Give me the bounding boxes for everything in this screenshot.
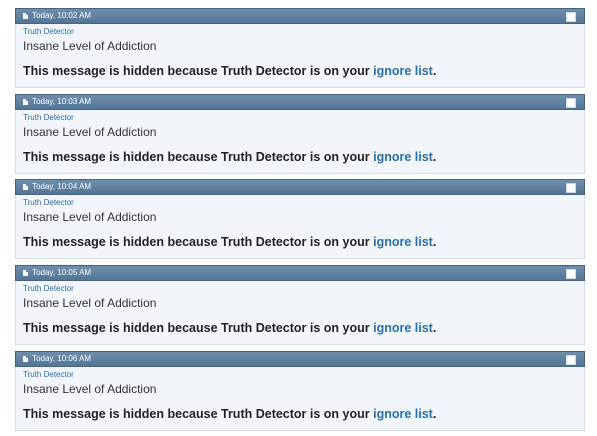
select-post-checkbox[interactable] xyxy=(566,269,576,280)
username-link[interactable]: Truth Detector xyxy=(23,113,74,122)
post: Today, 10:03 AM Truth Detector Insane Le… xyxy=(15,93,585,174)
document-icon xyxy=(23,270,28,277)
username-link[interactable]: Truth Detector xyxy=(23,284,74,293)
user-title: Insane Level of Addiction xyxy=(23,210,157,225)
hidden-message-text: This message is hidden because Truth Det… xyxy=(23,235,374,250)
post-header: Today, 10:04 AM xyxy=(15,179,585,196)
ignore-list-link[interactable]: ignore list xyxy=(373,64,433,78)
post-header: Today, 10:05 AM xyxy=(15,265,585,282)
post-date: Today, 10:03 AM xyxy=(32,96,92,106)
username-link[interactable]: Truth Detector xyxy=(23,198,74,207)
hidden-message: This message is hidden because Truth Det… xyxy=(23,150,436,164)
post-date: Today, 10:06 AM xyxy=(32,353,92,363)
username-link[interactable]: Truth Detector xyxy=(23,27,74,36)
ignore-list-link[interactable]: ignore list xyxy=(373,235,433,249)
username-link[interactable]: Truth Detector xyxy=(23,370,74,379)
hidden-message-end: . xyxy=(432,149,437,164)
post-body: Truth Detector Insane Level of Addiction… xyxy=(15,24,585,88)
document-icon xyxy=(23,184,28,191)
select-post-checkbox[interactable] xyxy=(566,183,576,194)
document-icon xyxy=(23,13,28,19)
document-icon xyxy=(23,98,28,105)
post-list: Today, 10:02 AM Truth Detector Insane Le… xyxy=(15,8,585,436)
hidden-message-end: . xyxy=(432,64,437,78)
select-post-checkbox[interactable] xyxy=(566,12,576,22)
user-title: Insane Level of Addiction xyxy=(23,124,157,139)
post-body: Truth Detector Insane Level of Addiction… xyxy=(15,109,585,174)
post: Today, 10:05 AM Truth Detector Insane Le… xyxy=(15,265,585,346)
select-post-checkbox[interactable] xyxy=(566,97,576,108)
hidden-message-end: . xyxy=(432,321,437,336)
post-body: Truth Detector Insane Level of Addiction… xyxy=(15,195,585,260)
hidden-message: This message is hidden because Truth Det… xyxy=(23,235,436,249)
hidden-message: This message is hidden because Truth Det… xyxy=(23,407,436,421)
post: Today, 10:04 AM Truth Detector Insane Le… xyxy=(15,179,585,260)
post-date: Today, 10:02 AM xyxy=(32,11,92,20)
hidden-message-end: . xyxy=(432,406,437,421)
user-title: Insane Level of Addiction xyxy=(23,296,157,311)
post-date: Today, 10:05 AM xyxy=(32,268,92,278)
hidden-message: This message is hidden because Truth Det… xyxy=(23,321,436,335)
ignore-list-link[interactable]: ignore list xyxy=(373,407,433,421)
post-body: Truth Detector Insane Level of Addiction… xyxy=(15,281,585,346)
ignore-list-link[interactable]: ignore list xyxy=(373,150,433,164)
hidden-message-text: This message is hidden because Truth Det… xyxy=(23,149,374,164)
hidden-message-text: This message is hidden because Truth Det… xyxy=(23,64,374,78)
hidden-message-text: This message is hidden because Truth Det… xyxy=(23,406,374,421)
post-header: Today, 10:02 AM xyxy=(15,8,585,24)
post-date: Today, 10:04 AM xyxy=(32,182,92,192)
hidden-message: This message is hidden because Truth Det… xyxy=(23,64,436,78)
post-body: Truth Detector Insane Level of Addiction… xyxy=(15,366,585,431)
post-header: Today, 10:03 AM xyxy=(15,93,585,110)
post: Today, 10:06 AM Truth Detector Insane Le… xyxy=(15,350,585,431)
document-icon xyxy=(23,355,28,362)
user-title: Insane Level of Addiction xyxy=(23,381,157,396)
ignore-list-link[interactable]: ignore list xyxy=(373,321,433,335)
hidden-message-text: This message is hidden because Truth Det… xyxy=(23,321,374,336)
post: Today, 10:02 AM Truth Detector Insane Le… xyxy=(15,8,585,88)
select-post-checkbox[interactable] xyxy=(566,354,576,365)
user-title: Insane Level of Addiction xyxy=(23,39,157,53)
hidden-message-end: . xyxy=(432,235,437,250)
post-header: Today, 10:06 AM xyxy=(15,350,585,367)
